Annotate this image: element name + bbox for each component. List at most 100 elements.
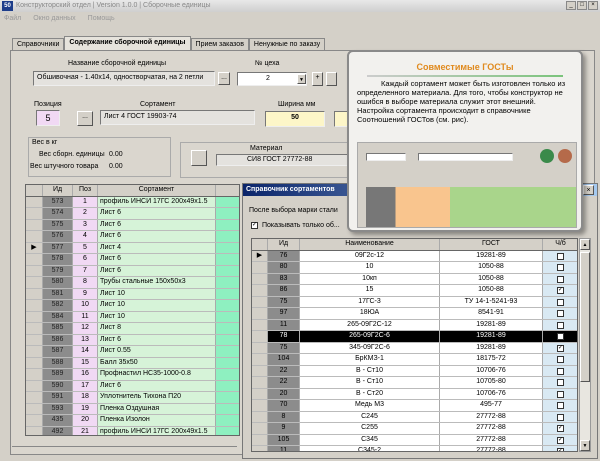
maximize-button[interactable]: □ — [577, 1, 587, 10]
table-row[interactable]: 8 С245 27772-88 — [252, 411, 577, 423]
row-indicator[interactable] — [252, 319, 268, 330]
table-row[interactable]: 492 21 профиль ИНСИ 17ГС 200x49x1.5 — [26, 426, 239, 435]
material-field[interactable]: СИ8 ГОСТ 27772-88 — [216, 154, 350, 166]
column-header[interactable]: Наименование — [300, 239, 440, 250]
position-browse-button[interactable]: ... — [77, 111, 93, 126]
row-indicator[interactable] — [252, 446, 268, 451]
row-indicator[interactable] — [26, 426, 43, 435]
table-row[interactable]: 97 18ЮА 8541-91 — [252, 308, 577, 320]
sortament-field[interactable]: Лист 4 ГОСТ 19903-74 — [100, 110, 255, 125]
scroll-down-icon[interactable]: ▼ — [580, 440, 590, 451]
checkbox[interactable] — [557, 356, 564, 363]
row-indicator[interactable] — [26, 357, 43, 368]
table-row[interactable]: 585 12 Лист 8 — [26, 323, 239, 335]
table-row[interactable]: 576 4 Лист 6 — [26, 231, 239, 243]
checkbox-checked[interactable]: ✓ — [557, 436, 564, 444]
checkbox-checked-icon[interactable]: ✓ — [251, 222, 258, 229]
assembly-browse-button[interactable]: ... — [218, 72, 230, 85]
column-header[interactable]: Поз — [73, 185, 98, 196]
row-indicator[interactable] — [252, 400, 268, 411]
row-indicator[interactable] — [26, 300, 43, 311]
table-row[interactable]: 80 10 1050-88 — [252, 262, 577, 274]
only-compatible-checkbox[interactable]: ✓ Показывать только об... — [251, 220, 340, 231]
row-indicator[interactable] — [252, 285, 268, 296]
row-indicator[interactable] — [26, 380, 43, 391]
menu-help[interactable]: Помощь — [88, 13, 115, 24]
row-indicator[interactable] — [252, 365, 268, 376]
table-row[interactable]: 22 В - Ст10 10705-80 — [252, 377, 577, 389]
add-button[interactable]: + — [312, 72, 323, 86]
row-indicator[interactable] — [26, 311, 43, 322]
row-indicator[interactable] — [26, 196, 43, 207]
row-indicator[interactable] — [252, 354, 268, 365]
assembly-select[interactable]: Обшивочная - 1.40x14, одностворчатая, на… — [33, 71, 215, 86]
row-indicator[interactable] — [252, 308, 268, 319]
row-indicator[interactable] — [252, 273, 268, 284]
extra-input[interactable] — [334, 111, 348, 127]
row-indicator[interactable] — [26, 254, 43, 265]
row-indicator[interactable] — [26, 392, 43, 403]
checkbox-checked[interactable]: ✓ — [557, 344, 564, 352]
row-indicator[interactable] — [26, 346, 43, 357]
width-input[interactable]: 50 — [265, 111, 325, 127]
table-row[interactable]: 582 10 Лист 10 — [26, 300, 239, 312]
row-indicator[interactable] — [252, 262, 268, 273]
material-browse-button[interactable] — [191, 150, 207, 166]
checkbox[interactable] — [557, 402, 564, 409]
tab-orders[interactable]: Прием заказов — [190, 38, 249, 50]
checkbox[interactable] — [557, 310, 564, 317]
table-row[interactable]: 104 БрКМЗ-1 18175-72 — [252, 354, 577, 366]
menu-file[interactable]: Файл — [4, 13, 21, 24]
table-row[interactable]: 584 11 Лист 10 — [26, 311, 239, 323]
checkbox-checked[interactable]: ✓ — [557, 425, 564, 432]
table-row[interactable]: 435 20 Пленка Изолон — [26, 415, 239, 427]
row-indicator[interactable] — [252, 296, 268, 307]
table-row[interactable]: 86 15 1050-88 ✓ — [252, 285, 577, 297]
table-row[interactable]: 20 В - Ст20 10706-76 — [252, 388, 577, 400]
checkbox[interactable] — [557, 333, 564, 340]
table-row[interactable]: 75 345-09Г2С-6 19281-89 ✓ — [252, 342, 577, 354]
minimize-button[interactable]: _ — [566, 1, 576, 10]
row-indicator[interactable] — [252, 342, 268, 353]
table-row[interactable]: 589 16 Профнастил НС35-1000-0.8 — [26, 369, 239, 381]
table-row[interactable]: 581 9 Лист 10 — [26, 288, 239, 300]
tab-unneeded[interactable]: Ненужные по заказу — [248, 38, 326, 50]
row-indicator[interactable] — [26, 231, 43, 242]
table-row[interactable]: 573 1 профиль ИНСИ 17ГС 200x49x1.5 — [26, 196, 239, 208]
table-row[interactable]: 588 15 Балл 35x50 — [26, 357, 239, 369]
checkbox-checked[interactable]: ✓ — [557, 287, 564, 294]
table-row[interactable]: 22 В - Ст10 10706-76 — [252, 365, 577, 377]
table-row[interactable]: 83 10кп 1050-88 — [252, 273, 577, 285]
checkbox[interactable] — [557, 413, 564, 421]
tab-assembly-content[interactable]: Содержание сборочной единицы — [64, 36, 191, 50]
table-row[interactable]: ▶ 76 09Г2с-12 19281-89 — [252, 250, 577, 262]
row-indicator[interactable] — [26, 208, 43, 219]
table-row[interactable]: 590 17 Лист 6 — [26, 380, 239, 392]
table-row[interactable]: 579 7 Лист 6 — [26, 265, 239, 277]
checkbox[interactable] — [557, 264, 564, 271]
table-row[interactable]: 78 265-09Г2С-6 19281-89 — [252, 331, 577, 343]
table-row[interactable]: 593 19 Пленка Оздушная — [26, 403, 239, 415]
table-row[interactable]: 575 3 Лист 6 — [26, 219, 239, 231]
table-row[interactable]: 70 Медь М3 495-77 — [252, 400, 577, 412]
position-input[interactable]: 5 — [36, 110, 60, 126]
row-indicator[interactable] — [252, 434, 268, 445]
row-indicator[interactable] — [26, 403, 43, 414]
chevron-down-icon[interactable]: ▼ — [297, 74, 306, 84]
row-indicator[interactable] — [252, 423, 268, 434]
table-row[interactable]: 591 18 Уплотнитель Тихона П20 — [26, 392, 239, 404]
table-row[interactable]: 105 С345 27772-88 ✓ — [252, 434, 577, 446]
row-indicator[interactable] — [26, 334, 43, 345]
close-button[interactable]: × — [588, 1, 598, 10]
table-row[interactable]: 11 265-09Г2С-12 19281-89 — [252, 319, 577, 331]
menu-window[interactable]: Окно данных — [33, 13, 75, 24]
row-indicator[interactable] — [252, 411, 268, 422]
table-row[interactable]: 580 8 Трубы стальные 150x50x3 — [26, 277, 239, 289]
row-indicator[interactable] — [26, 415, 43, 426]
checkbox[interactable] — [557, 321, 564, 329]
tab-references[interactable]: Справочники — [12, 38, 65, 50]
checkbox[interactable] — [557, 252, 564, 260]
column-header[interactable]: ГОСТ — [440, 239, 543, 250]
vertical-scrollbar[interactable]: ▲ ▼ — [579, 238, 591, 452]
row-indicator[interactable] — [26, 323, 43, 334]
